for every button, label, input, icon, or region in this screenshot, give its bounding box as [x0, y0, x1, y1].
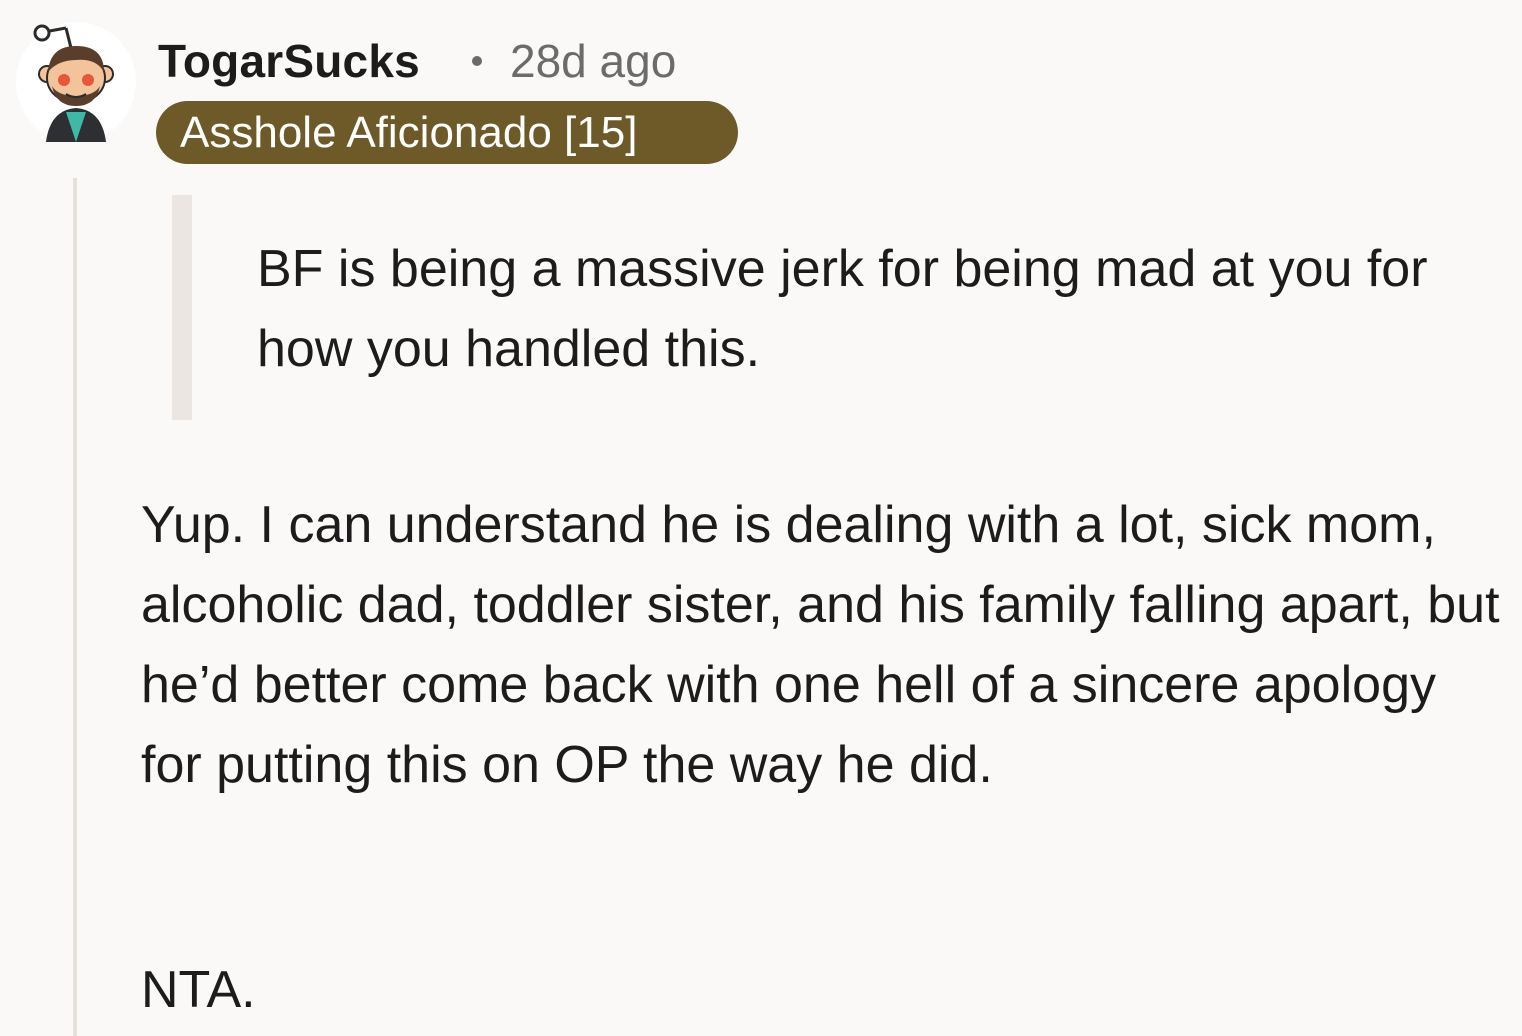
avatar[interactable]: [16, 22, 136, 142]
thread-line[interactable]: [73, 178, 77, 1036]
comment-paragraph: Yup. I can understand he is dealing with…: [141, 496, 1500, 794]
user-flair: Asshole Aficionado [15]: [156, 101, 738, 164]
quote-bar: [172, 195, 192, 420]
author-name[interactable]: TogarSucks: [158, 34, 420, 88]
quote-text: BF is being a massive jerk for being mad…: [257, 240, 1428, 378]
comment-body: Yup. I can understand he is dealing with…: [141, 485, 1511, 805]
separator-dot: [472, 56, 482, 66]
comment-timestamp[interactable]: 28d ago: [510, 34, 676, 88]
snoo-avatar-icon: [16, 22, 136, 142]
comment-verdict: NTA.: [141, 961, 256, 1019]
